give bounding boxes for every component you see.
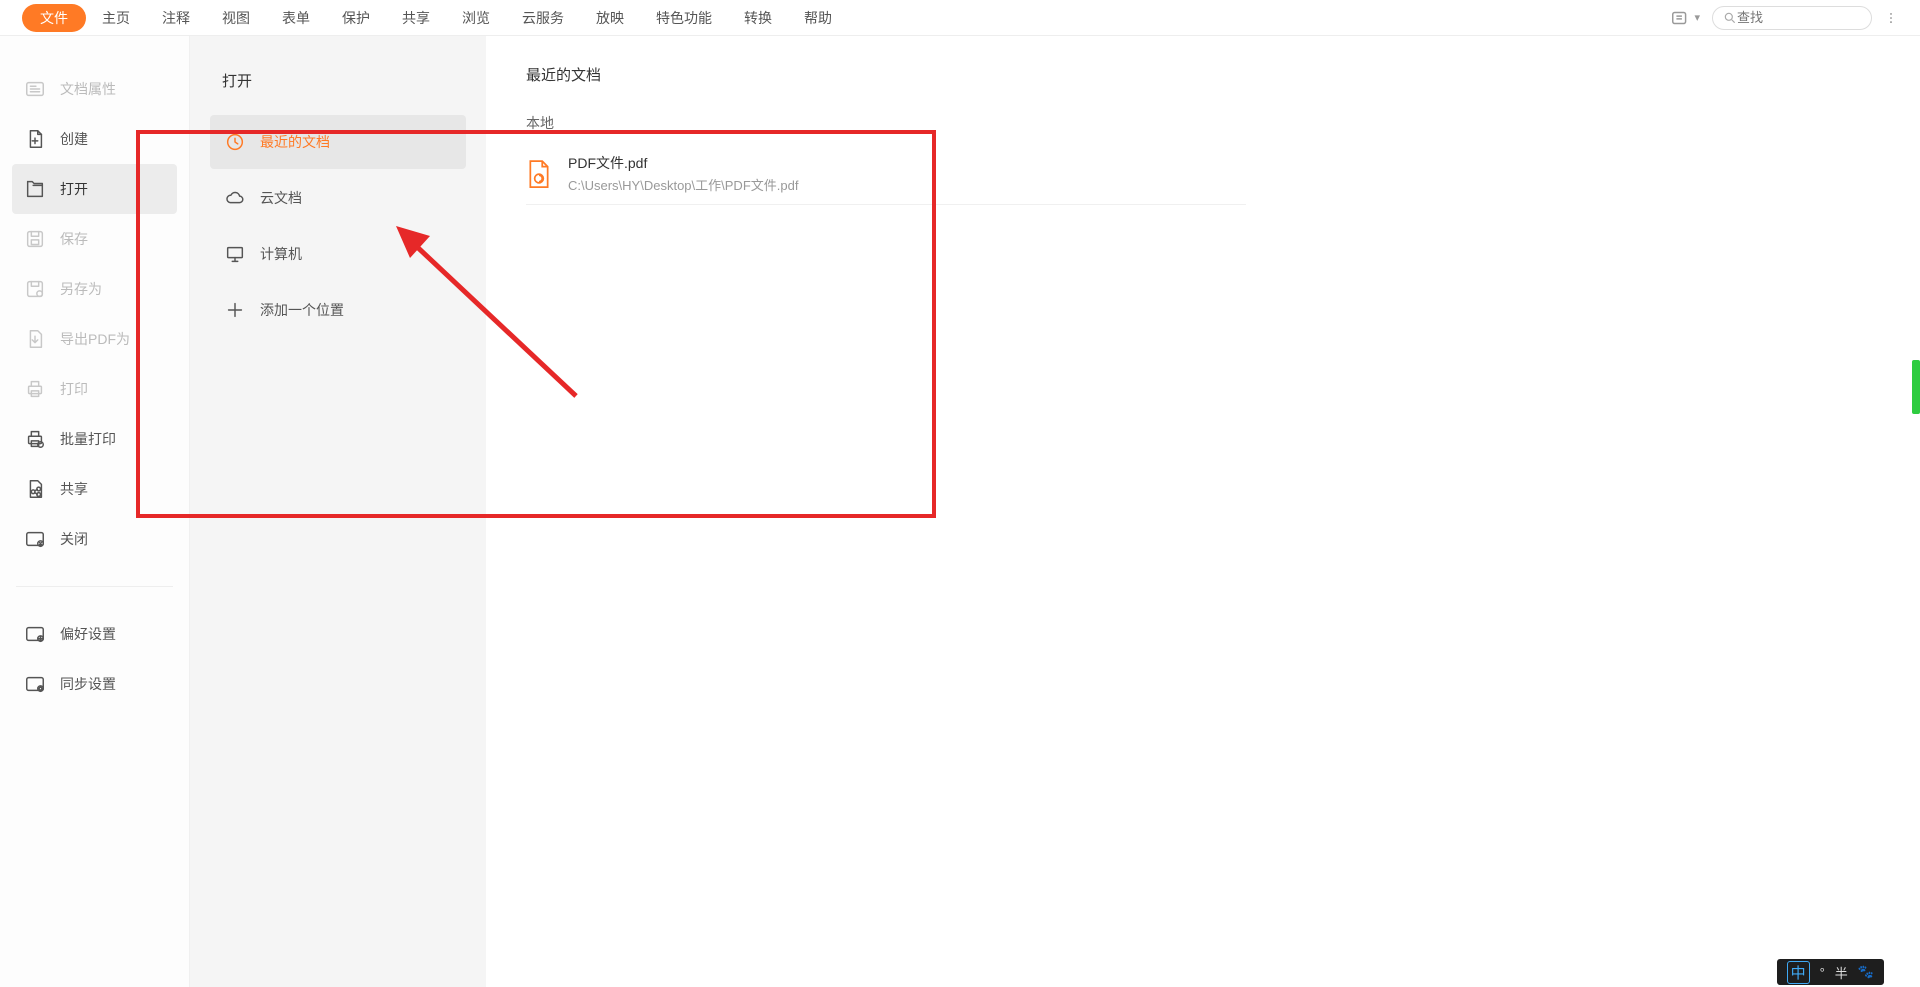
ime-lang-indicator: 中: [1787, 961, 1810, 984]
file-menu-label: 保存: [60, 229, 88, 249]
file-menu-同步设置[interactable]: 同步设置: [12, 659, 177, 709]
open-sub-最近的文档[interactable]: 最近的文档: [210, 115, 466, 169]
tab-主页[interactable]: 主页: [86, 4, 146, 32]
file-menu-sidebar: 文档属性创建打开保存另存为导出PDF为打印批量打印共享关闭 偏好设置同步设置: [0, 36, 190, 987]
tab-帮助[interactable]: 帮助: [788, 4, 848, 32]
file-menu-label: 另存为: [60, 279, 102, 299]
open-sub-label: 云文档: [260, 188, 302, 208]
open-sub-添加一个位置[interactable]: 添加一个位置: [210, 283, 466, 337]
tab-视图[interactable]: 视图: [206, 4, 266, 32]
sync-icon: [24, 673, 46, 695]
open-sub-label: 计算机: [260, 244, 302, 264]
open-icon: [24, 178, 46, 200]
tab-文件[interactable]: 文件: [22, 4, 86, 32]
pdf-file-icon: [526, 159, 552, 189]
file-menu-label: 导出PDF为: [60, 329, 130, 349]
file-menu-label: 打印: [60, 379, 88, 399]
open-sub-label: 最近的文档: [260, 132, 330, 152]
tab-特色功能[interactable]: 特色功能: [640, 4, 728, 32]
file-menu-另存为: 另存为: [12, 264, 177, 314]
topbar-right: ▾: [1670, 6, 1914, 30]
save-icon: [24, 228, 46, 250]
batchprint-icon: [24, 428, 46, 450]
recent-docs-pane: 最近的文档 本地 PDF文件.pdf C:\Users\HY\Desktop\工…: [486, 36, 1920, 987]
recent-docs-title: 最近的文档: [526, 64, 1880, 85]
saveas-icon: [24, 278, 46, 300]
tab-转换[interactable]: 转换: [728, 4, 788, 32]
local-section-label: 本地: [526, 113, 1880, 133]
pref-icon: [24, 623, 46, 645]
create-icon: [24, 128, 46, 150]
file-menu-偏好设置[interactable]: 偏好设置: [12, 609, 177, 659]
file-menu-label: 文档属性: [60, 79, 116, 99]
right-scroll-indicator: [1912, 360, 1920, 414]
tab-浏览[interactable]: 浏览: [446, 4, 506, 32]
open-submenu-title: 打开: [222, 70, 470, 91]
file-menu-关闭[interactable]: 关闭: [12, 514, 177, 564]
cloud-icon: [224, 187, 246, 209]
ime-dot-icon: °: [1820, 965, 1825, 980]
search-icon: [1723, 11, 1737, 25]
view-mode-toggle-icon[interactable]: ▾: [1670, 7, 1700, 29]
file-menu-label: 共享: [60, 479, 88, 499]
tab-云服务[interactable]: 云服务: [506, 4, 580, 32]
computer-icon: [224, 243, 246, 265]
print-icon: [24, 378, 46, 400]
close-icon: [24, 528, 46, 550]
file-menu-label: 批量打印: [60, 429, 116, 449]
search-input[interactable]: [1737, 10, 1847, 25]
ime-paw-icon: 🐾: [1858, 964, 1874, 980]
file-menu-打印: 打印: [12, 364, 177, 414]
file-menu-label: 关闭: [60, 529, 88, 549]
tab-注释[interactable]: 注释: [146, 4, 206, 32]
sidebar-divider: [16, 586, 173, 587]
recent-doc-item[interactable]: PDF文件.pdf C:\Users\HY\Desktop\工作\PDF文件.p…: [526, 143, 1246, 205]
file-menu-文档属性: 文档属性: [12, 64, 177, 114]
recent-doc-path: C:\Users\HY\Desktop\工作\PDF文件.pdf: [568, 175, 798, 194]
properties-icon: [24, 78, 46, 100]
top-tab-bar: 文件主页注释视图表单保护共享浏览云服务放映特色功能转换帮助 ▾: [0, 0, 1920, 36]
search-box[interactable]: [1712, 6, 1872, 30]
tab-放映[interactable]: 放映: [580, 4, 640, 32]
file-menu-创建[interactable]: 创建: [12, 114, 177, 164]
share-icon: [24, 478, 46, 500]
file-menu-共享[interactable]: 共享: [12, 464, 177, 514]
file-menu-label: 同步设置: [60, 674, 116, 694]
open-sub-计算机[interactable]: 计算机: [210, 227, 466, 281]
file-menu-打开[interactable]: 打开: [12, 164, 177, 214]
open-sub-云文档[interactable]: 云文档: [210, 171, 466, 225]
export-icon: [24, 328, 46, 350]
ime-status-bar[interactable]: 中 ° 半 🐾: [1777, 959, 1884, 985]
open-sub-label: 添加一个位置: [260, 300, 344, 320]
ime-half-width: 半: [1835, 963, 1848, 982]
tab-共享[interactable]: 共享: [386, 4, 446, 32]
more-menu-icon[interactable]: [1884, 9, 1898, 27]
file-menu-保存: 保存: [12, 214, 177, 264]
recent-doc-name: PDF文件.pdf: [568, 153, 798, 173]
tab-表单[interactable]: 表单: [266, 4, 326, 32]
open-submenu-sidebar: 打开 最近的文档云文档计算机添加一个位置: [190, 36, 486, 987]
file-menu-导出PDF为: 导出PDF为: [12, 314, 177, 364]
recent-doc-text: PDF文件.pdf C:\Users\HY\Desktop\工作\PDF文件.p…: [568, 153, 798, 194]
add-icon: [224, 299, 246, 321]
recent-icon: [224, 131, 246, 153]
top-tabs: 文件主页注释视图表单保护共享浏览云服务放映特色功能转换帮助: [22, 4, 848, 32]
file-menu-label: 打开: [60, 179, 88, 199]
tab-保护[interactable]: 保护: [326, 4, 386, 32]
file-menu-label: 创建: [60, 129, 88, 149]
file-menu-label: 偏好设置: [60, 624, 116, 644]
file-menu-批量打印[interactable]: 批量打印: [12, 414, 177, 464]
main-body: 文档属性创建打开保存另存为导出PDF为打印批量打印共享关闭 偏好设置同步设置 打…: [0, 36, 1920, 987]
